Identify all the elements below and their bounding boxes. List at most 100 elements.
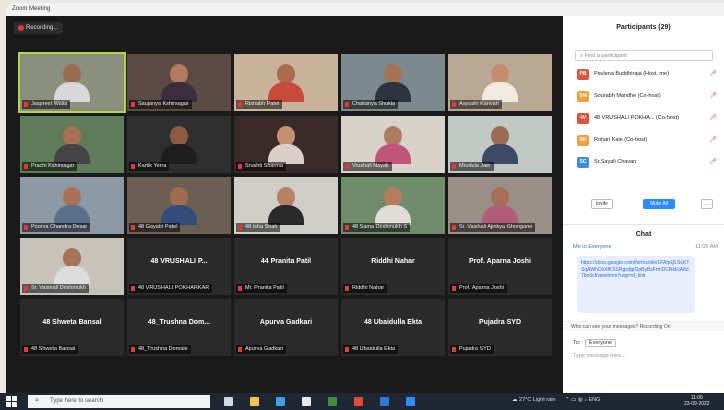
- muted-mic-icon[interactable]: 🎤︎: [709, 158, 717, 165]
- participant-video-feed: [375, 64, 411, 102]
- avatar: 4V: [577, 113, 589, 124]
- participant-video-feed: [482, 187, 518, 225]
- participant-video-feed: [161, 187, 197, 225]
- participant-video-tile[interactable]: Sr. Vaishali Deshmukh: [20, 238, 124, 295]
- participant-video-tile[interactable]: Rishabh Patel: [234, 54, 338, 111]
- chrome-icon[interactable]: [354, 397, 363, 406]
- participant-video-tile[interactable]: Prof. Aparna Joshi Prof. Aparna Joshi: [448, 238, 552, 295]
- participant-video-tile[interactable]: Riddhi Nahar Riddhi Nahar: [341, 238, 445, 295]
- participant-name: Sourabh Mandhe (Co-host): [594, 93, 661, 99]
- participant-video-tile[interactable]: Pujadra SYD Pujadra SYD: [448, 299, 552, 356]
- participant-name-tag: 48 Shweta Bansal: [22, 345, 79, 354]
- participant-video-tile[interactable]: 48 Sama Deshmukh S: [341, 177, 445, 234]
- participant-search-input[interactable]: ⌕ Find a participant: [575, 50, 713, 61]
- recording-indicator[interactable]: Recording...: [14, 22, 64, 34]
- participant-video-tile[interactable]: 48 Gayatri Patel: [127, 177, 231, 234]
- participant-list-item[interactable]: 4V 48 VRUSHALI POKHA... (Co-host) 🎤︎: [577, 113, 717, 125]
- participant-name-tag: 48 Sama Deshmukh S: [343, 223, 411, 232]
- participant-video-tile[interactable]: 48 Isha Shah: [234, 177, 338, 234]
- participant-video-tile[interactable]: Apurva Gadkari Apurva Gadkari: [234, 299, 338, 356]
- edge-icon[interactable]: [276, 397, 285, 406]
- windows-start-icon[interactable]: [6, 396, 17, 407]
- participant-video-tile[interactable]: 44 Pranita Patil Mr. Pranita Patil: [234, 238, 338, 295]
- excel-icon[interactable]: [328, 397, 337, 406]
- avatar: SK: [577, 135, 589, 146]
- window-titlebar: Zoom Meeting: [6, 3, 724, 16]
- avatar: SM: [577, 91, 589, 102]
- participant-display-name: 48 Ubaidulla Ekta: [364, 319, 422, 326]
- chat-message-input[interactable]: Type message here...: [573, 353, 626, 359]
- participant-video-tile[interactable]: Saujanya Kshirsagar: [127, 54, 231, 111]
- participant-video-feed: [161, 64, 197, 102]
- tray-icons: ⌃ ▭ ◍ ♪: [565, 397, 589, 403]
- participant-video-feed: [54, 64, 90, 102]
- participant-video-tile[interactable]: Srushti Sharma: [234, 116, 338, 173]
- taskbar-clock[interactable]: 11:06 23-09-2022: [684, 395, 710, 407]
- participant-display-name: Riddhi Nahar: [371, 258, 415, 265]
- participant-list-item[interactable]: SM Sourabh Mandhe (Co-host) 🎤︎: [577, 91, 717, 103]
- participant-video-tile[interactable]: Kartik Yerra: [127, 116, 231, 173]
- participant-video-tile[interactable]: Vrushali Nayak: [341, 116, 445, 173]
- participant-video-tile[interactable]: 48 VRUSHALI P... 48 VRUSHALI POKHARKAR: [127, 238, 231, 295]
- participant-name-tag: Prachi Kshirsagar: [22, 162, 78, 171]
- participant-name: Sr.Sayali Chavan: [594, 159, 637, 165]
- taskbar-search-input[interactable]: ⌕ Type here to search: [28, 395, 210, 408]
- participant-video-feed: [375, 187, 411, 225]
- participant-video-tile[interactable]: Sr. Vaishali Ajinkya Ghongane: [448, 177, 552, 234]
- muted-mic-icon[interactable]: 🎤︎: [709, 114, 717, 121]
- system-tray[interactable]: ☁ 27°C Light rain ⌃ ▭ ◍ ♪ ENG: [512, 397, 600, 403]
- participant-name: 48 VRUSHALI POKHA... (Co-host): [594, 115, 679, 121]
- participant-name-tag: 48 VRUSHALI POKHARKAR: [129, 284, 213, 293]
- windows-taskbar: ⌕ Type here to search ☁ 27°C Light rain …: [0, 393, 724, 410]
- participant-display-name: Pujadra SYD: [478, 319, 521, 326]
- zoom-window: Zoom Meeting Recording... Jaspreet Walia…: [6, 3, 724, 393]
- participant-display-name: Apurva Gadkari: [259, 319, 313, 326]
- chat-visibility-note[interactable]: Who can see your messages? Recording On: [563, 321, 724, 331]
- muted-mic-icon[interactable]: 🎤︎: [709, 136, 717, 143]
- participant-video-tile[interactable]: Jaspreet Walia: [18, 52, 126, 113]
- participant-video-tile[interactable]: 48 Ubaidulla Ekta 48 Ubaidulla Ekta: [341, 299, 445, 356]
- weather-icon: ☁: [512, 397, 520, 403]
- participant-name-tag: Pujadra SYD: [450, 345, 494, 354]
- invite-button[interactable]: Invite: [591, 199, 613, 209]
- participant-name-tag: Jaspreet Walia: [22, 100, 71, 109]
- participant-video-tile[interactable]: 48_Trushna Dom... 48_Trushna Domale: [127, 299, 231, 356]
- muted-mic-icon[interactable]: 🎤︎: [709, 70, 717, 77]
- side-panel: Participants (29) ⌕ Find a participant P…: [563, 16, 724, 393]
- participant-list-item[interactable]: PB Pavlena Buddhiraja (Host, me) 🎤︎: [577, 69, 717, 81]
- word-icon[interactable]: [380, 397, 389, 406]
- participant-name-tag: Sr. Vaishali Ajinkya Ghongane: [450, 223, 536, 232]
- participant-name: Pavlena Buddhiraja (Host, me): [594, 71, 669, 77]
- file-explorer-icon[interactable]: [250, 397, 259, 406]
- recipient-select[interactable]: Everyone: [584, 339, 617, 347]
- participant-video-tile[interactable]: Mrudula Jain: [448, 116, 552, 173]
- participant-name-tag: 48_Trushna Domale: [129, 345, 191, 354]
- mute-all-button[interactable]: Mute All: [643, 199, 675, 209]
- participant-video-tile[interactable]: Prachi Kshirsagar: [20, 116, 124, 173]
- participant-name-tag: Mr. Pranita Patil: [236, 284, 287, 293]
- search-icon: ⌕: [35, 397, 39, 404]
- participant-display-name: 48_Trushna Dom...: [147, 319, 211, 326]
- participant-name: Rohan Kale (Co-host): [594, 137, 648, 143]
- store-icon[interactable]: [302, 397, 311, 406]
- participant-video-feed: [161, 126, 197, 164]
- participant-video-feed: [482, 64, 518, 102]
- participant-video-feed: [268, 64, 304, 102]
- participant-name-tag: Poorva Chandra Desai: [22, 223, 90, 232]
- avatar: PB: [577, 69, 589, 80]
- participant-video-tile[interactable]: Poorva Chandra Desai: [20, 177, 124, 234]
- participant-video-feed: [54, 126, 90, 164]
- participant-video-tile[interactable]: Chaitanya Shukla: [341, 54, 445, 111]
- participant-display-name: 44 Pranita Patil: [260, 258, 312, 265]
- muted-mic-icon[interactable]: 🎤︎: [709, 92, 717, 99]
- zoom-taskbar-icon[interactable]: [406, 397, 415, 406]
- more-options-button[interactable]: ...: [701, 199, 713, 209]
- participant-video-tile[interactable]: Aayushi Kanvari: [448, 54, 552, 111]
- participant-list-item[interactable]: SK Rohan Kale (Co-host) 🎤︎: [577, 135, 717, 147]
- participant-list-item[interactable]: SC Sr.Sayali Chavan 🎤︎: [577, 157, 717, 169]
- participant-display-name: Prof. Aparna Joshi: [469, 258, 531, 265]
- participant-video-tile[interactable]: 48 Shweta Bansal 48 Shweta Bansal: [20, 299, 124, 356]
- participant-name-tag: Riddhi Nahar: [343, 284, 388, 293]
- task-view-icon[interactable]: [224, 397, 233, 406]
- chat-message-link[interactable]: https://docs.google.com/forms/d/e/1FAIpQ…: [577, 256, 695, 313]
